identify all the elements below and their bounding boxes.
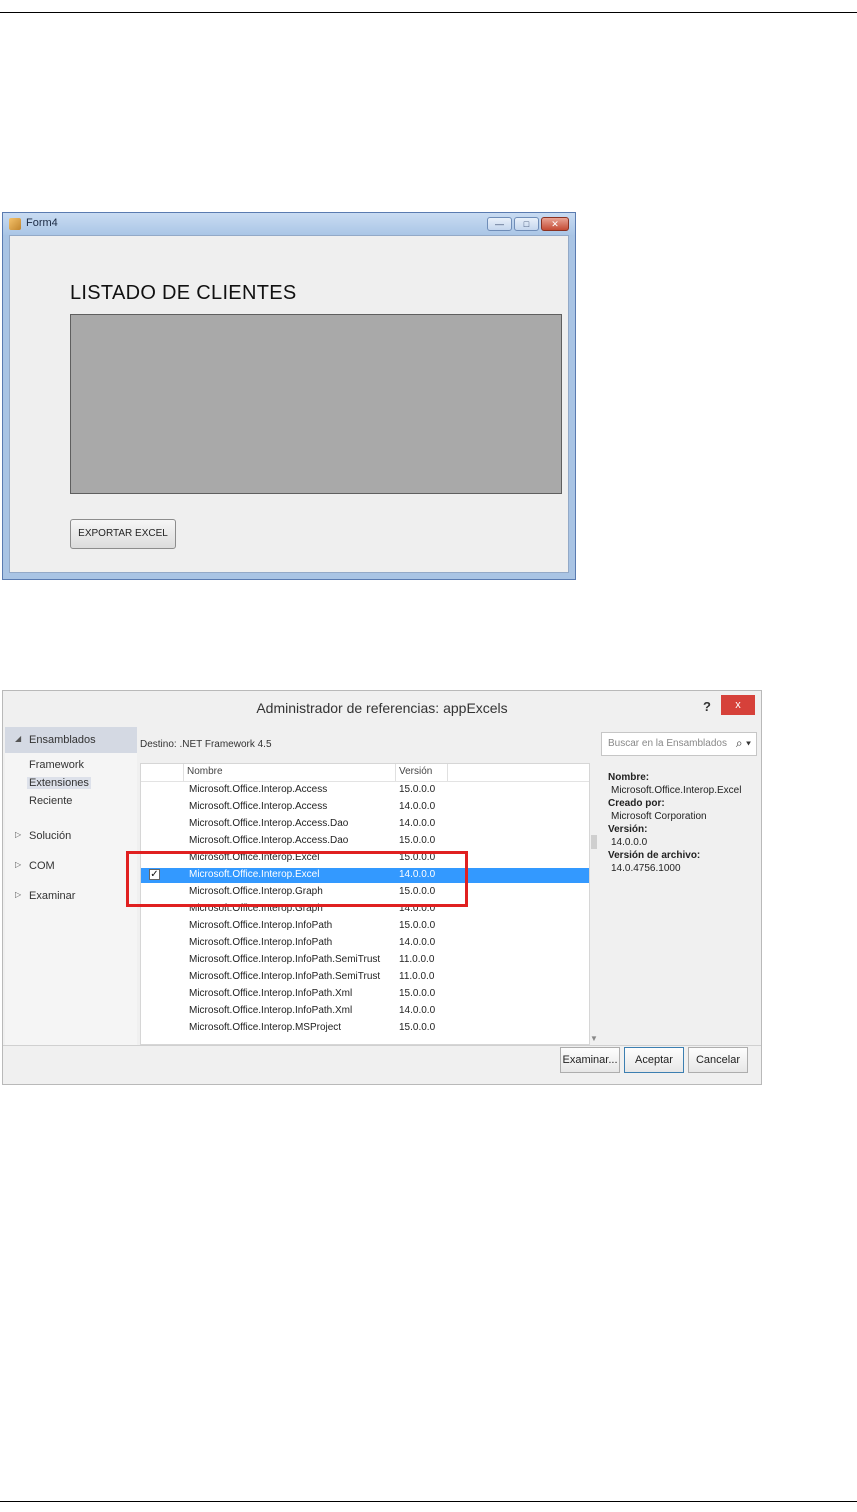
nav-extensiones[interactable]: Extensiones bbox=[27, 777, 91, 789]
nav-framework[interactable]: Framework bbox=[29, 759, 84, 771]
list-item[interactable]: Microsoft.Office.Interop.Access.Dao 14.0.… bbox=[141, 817, 589, 832]
form4-titlebar[interactable]: Form4 — □ ✕ bbox=[3, 213, 575, 235]
assembly-details: Nombre: Microsoft.Office.Interop.Excel C… bbox=[608, 771, 741, 875]
left-nav-panel: ◢ Ensamblados Framework Extensiones Reci… bbox=[5, 727, 137, 1045]
dialog-title: Administrador de referencias: appExcels bbox=[256, 700, 508, 716]
scrollbar-thumb[interactable] bbox=[591, 835, 597, 849]
export-excel-button[interactable]: EXPORTAR EXCEL bbox=[70, 519, 176, 549]
list-item[interactable]: Microsoft.Office.Interop.Access.Dao 15.0.… bbox=[141, 834, 589, 849]
maximize-button[interactable]: □ bbox=[514, 217, 539, 231]
detail-version-label: Versión: bbox=[608, 824, 648, 835]
column-header-name[interactable]: Nombre bbox=[187, 766, 223, 777]
list-item-name: Microsoft.Office.Interop.InfoPath bbox=[189, 937, 333, 948]
detail-file-version-value: 14.0.4756.1000 bbox=[611, 863, 681, 874]
list-item[interactable]: Microsoft.Office.Interop.InfoPath.SemiTr… bbox=[141, 970, 589, 985]
list-item[interactable]: Microsoft.Office.Interop.MSProject 15.0.0… bbox=[141, 1021, 589, 1036]
list-item[interactable]: Microsoft.Office.Interop.Access 15.0.0.0 bbox=[141, 783, 589, 798]
list-item-version: 14.0.0.0 bbox=[399, 818, 436, 829]
list-scrollbar[interactable]: ▼ bbox=[590, 763, 598, 1045]
list-item[interactable]: Microsoft.Office.Interop.InfoPath.Xml 14.… bbox=[141, 1004, 589, 1019]
collapsed-arrow-icon: ▷ bbox=[15, 830, 22, 839]
page-top-rule bbox=[0, 12, 857, 13]
nav-reciente[interactable]: Reciente bbox=[29, 795, 72, 807]
list-item-name: Microsoft.Office.Interop.Access.Dao bbox=[189, 818, 349, 829]
nav-com-label: COM bbox=[29, 860, 55, 872]
list-item-version: 15.0.0.0 bbox=[399, 784, 436, 795]
clients-heading: LISTADO DE CLIENTES bbox=[70, 282, 297, 304]
list-item-name: Microsoft.Office.Interop.Access.Dao bbox=[189, 835, 349, 846]
search-icon[interactable]: ⌕ ▾ bbox=[736, 736, 751, 751]
nav-examinar[interactable]: ▷ Examinar bbox=[5, 883, 137, 909]
column-header-version[interactable]: Versión bbox=[399, 766, 432, 777]
search-input[interactable]: Buscar en la Ensamblados (C ⌕ ▾ bbox=[601, 732, 757, 756]
minimize-button[interactable]: — bbox=[487, 217, 512, 231]
list-item-name: Microsoft.Office.Interop.Access bbox=[189, 801, 328, 812]
list-item-version: 15.0.0.0 bbox=[399, 1022, 436, 1033]
detail-file-version-label: Versión de archivo: bbox=[608, 850, 701, 861]
detail-version-value: 14.0.0.0 bbox=[611, 837, 648, 848]
nav-ensamblados-label: Ensamblados bbox=[29, 734, 96, 746]
list-item-version: 15.0.0.0 bbox=[399, 920, 436, 931]
list-item-version: 11.0.0.0 bbox=[399, 954, 435, 965]
list-item-version: 14.0.0.0 bbox=[399, 937, 436, 948]
list-item-version: 15.0.0.0 bbox=[399, 988, 436, 999]
list-item[interactable]: Microsoft.Office.Interop.InfoPath 15.0.0.… bbox=[141, 919, 589, 934]
cancel-button[interactable]: Cancelar bbox=[688, 1047, 748, 1073]
target-framework-label: Destino: .NET Framework 4.5 bbox=[140, 739, 272, 750]
highlight-box bbox=[126, 851, 468, 907]
nav-examinar-label: Examinar bbox=[29, 890, 76, 902]
detail-name-value: Microsoft.Office.Interop.Excel bbox=[611, 785, 742, 796]
nav-ensamblados[interactable]: ◢ Ensamblados bbox=[5, 727, 137, 753]
nav-com[interactable]: ▷ COM bbox=[5, 853, 137, 879]
list-item-version: 15.0.0.0 bbox=[399, 835, 436, 846]
browse-button[interactable]: Examinar... bbox=[560, 1047, 620, 1073]
list-item-version: 14.0.0.0 bbox=[399, 1005, 436, 1016]
expanded-arrow-icon: ◢ bbox=[15, 734, 22, 743]
ok-button[interactable]: Aceptar bbox=[624, 1047, 684, 1073]
list-item-name: Microsoft.Office.Interop.InfoPath.Xml bbox=[189, 1005, 353, 1016]
form4-window: Form4 — □ ✕ LISTADO DE CLIENTES EXPORTAR… bbox=[2, 212, 576, 580]
clients-datagrid[interactable] bbox=[70, 314, 562, 494]
dialog-close-button[interactable]: x bbox=[721, 695, 755, 715]
scroll-down-arrow-icon[interactable]: ▼ bbox=[590, 1034, 598, 1043]
app-icon bbox=[9, 218, 21, 230]
detail-creator-value: Microsoft Corporation bbox=[611, 811, 707, 822]
list-item-version: 14.0.0.0 bbox=[399, 801, 436, 812]
list-item-name: Microsoft.Office.Interop.MSProject bbox=[189, 1022, 342, 1033]
page-bottom-rule bbox=[0, 1501, 857, 1502]
list-item[interactable]: Microsoft.Office.Interop.InfoPath 14.0.0.… bbox=[141, 936, 589, 951]
close-button[interactable]: ✕ bbox=[541, 217, 569, 231]
list-header: Nombre Versión bbox=[141, 764, 589, 782]
list-item[interactable]: Microsoft.Office.Interop.Access 14.0.0.0 bbox=[141, 800, 589, 815]
nav-solucion-label: Solución bbox=[29, 830, 72, 842]
list-item[interactable]: Microsoft.Office.Interop.InfoPath.Xml 15.… bbox=[141, 987, 589, 1002]
list-item-name: Microsoft.Office.Interop.InfoPath.SemiTr… bbox=[189, 954, 381, 965]
list-item[interactable]: Microsoft.Office.Interop.InfoPath.SemiTr… bbox=[141, 953, 589, 968]
help-button[interactable]: ? bbox=[703, 699, 711, 714]
list-item-name: Microsoft.Office.Interop.Access bbox=[189, 784, 328, 795]
collapsed-arrow-icon: ▷ bbox=[15, 890, 22, 899]
detail-creator-label: Creado por: bbox=[608, 798, 665, 809]
search-placeholder: Buscar en la Ensamblados (C bbox=[608, 738, 730, 749]
list-item-name: Microsoft.Office.Interop.InfoPath bbox=[189, 920, 333, 931]
form4-title: Form4 bbox=[26, 217, 58, 229]
dialog-titlebar[interactable]: Administrador de referencias: appExcels bbox=[3, 691, 761, 727]
list-item-version: 11.0.0.0 bbox=[399, 971, 435, 982]
detail-name-label: Nombre: bbox=[608, 772, 650, 783]
list-item-name: Microsoft.Office.Interop.InfoPath.Xml bbox=[189, 988, 353, 999]
collapsed-arrow-icon: ▷ bbox=[15, 860, 22, 869]
list-item-name: Microsoft.Office.Interop.InfoPath.SemiTr… bbox=[189, 971, 381, 982]
form4-client-area: LISTADO DE CLIENTES EXPORTAR EXCEL bbox=[9, 235, 569, 573]
nav-solucion[interactable]: ▷ Solución bbox=[5, 823, 137, 849]
